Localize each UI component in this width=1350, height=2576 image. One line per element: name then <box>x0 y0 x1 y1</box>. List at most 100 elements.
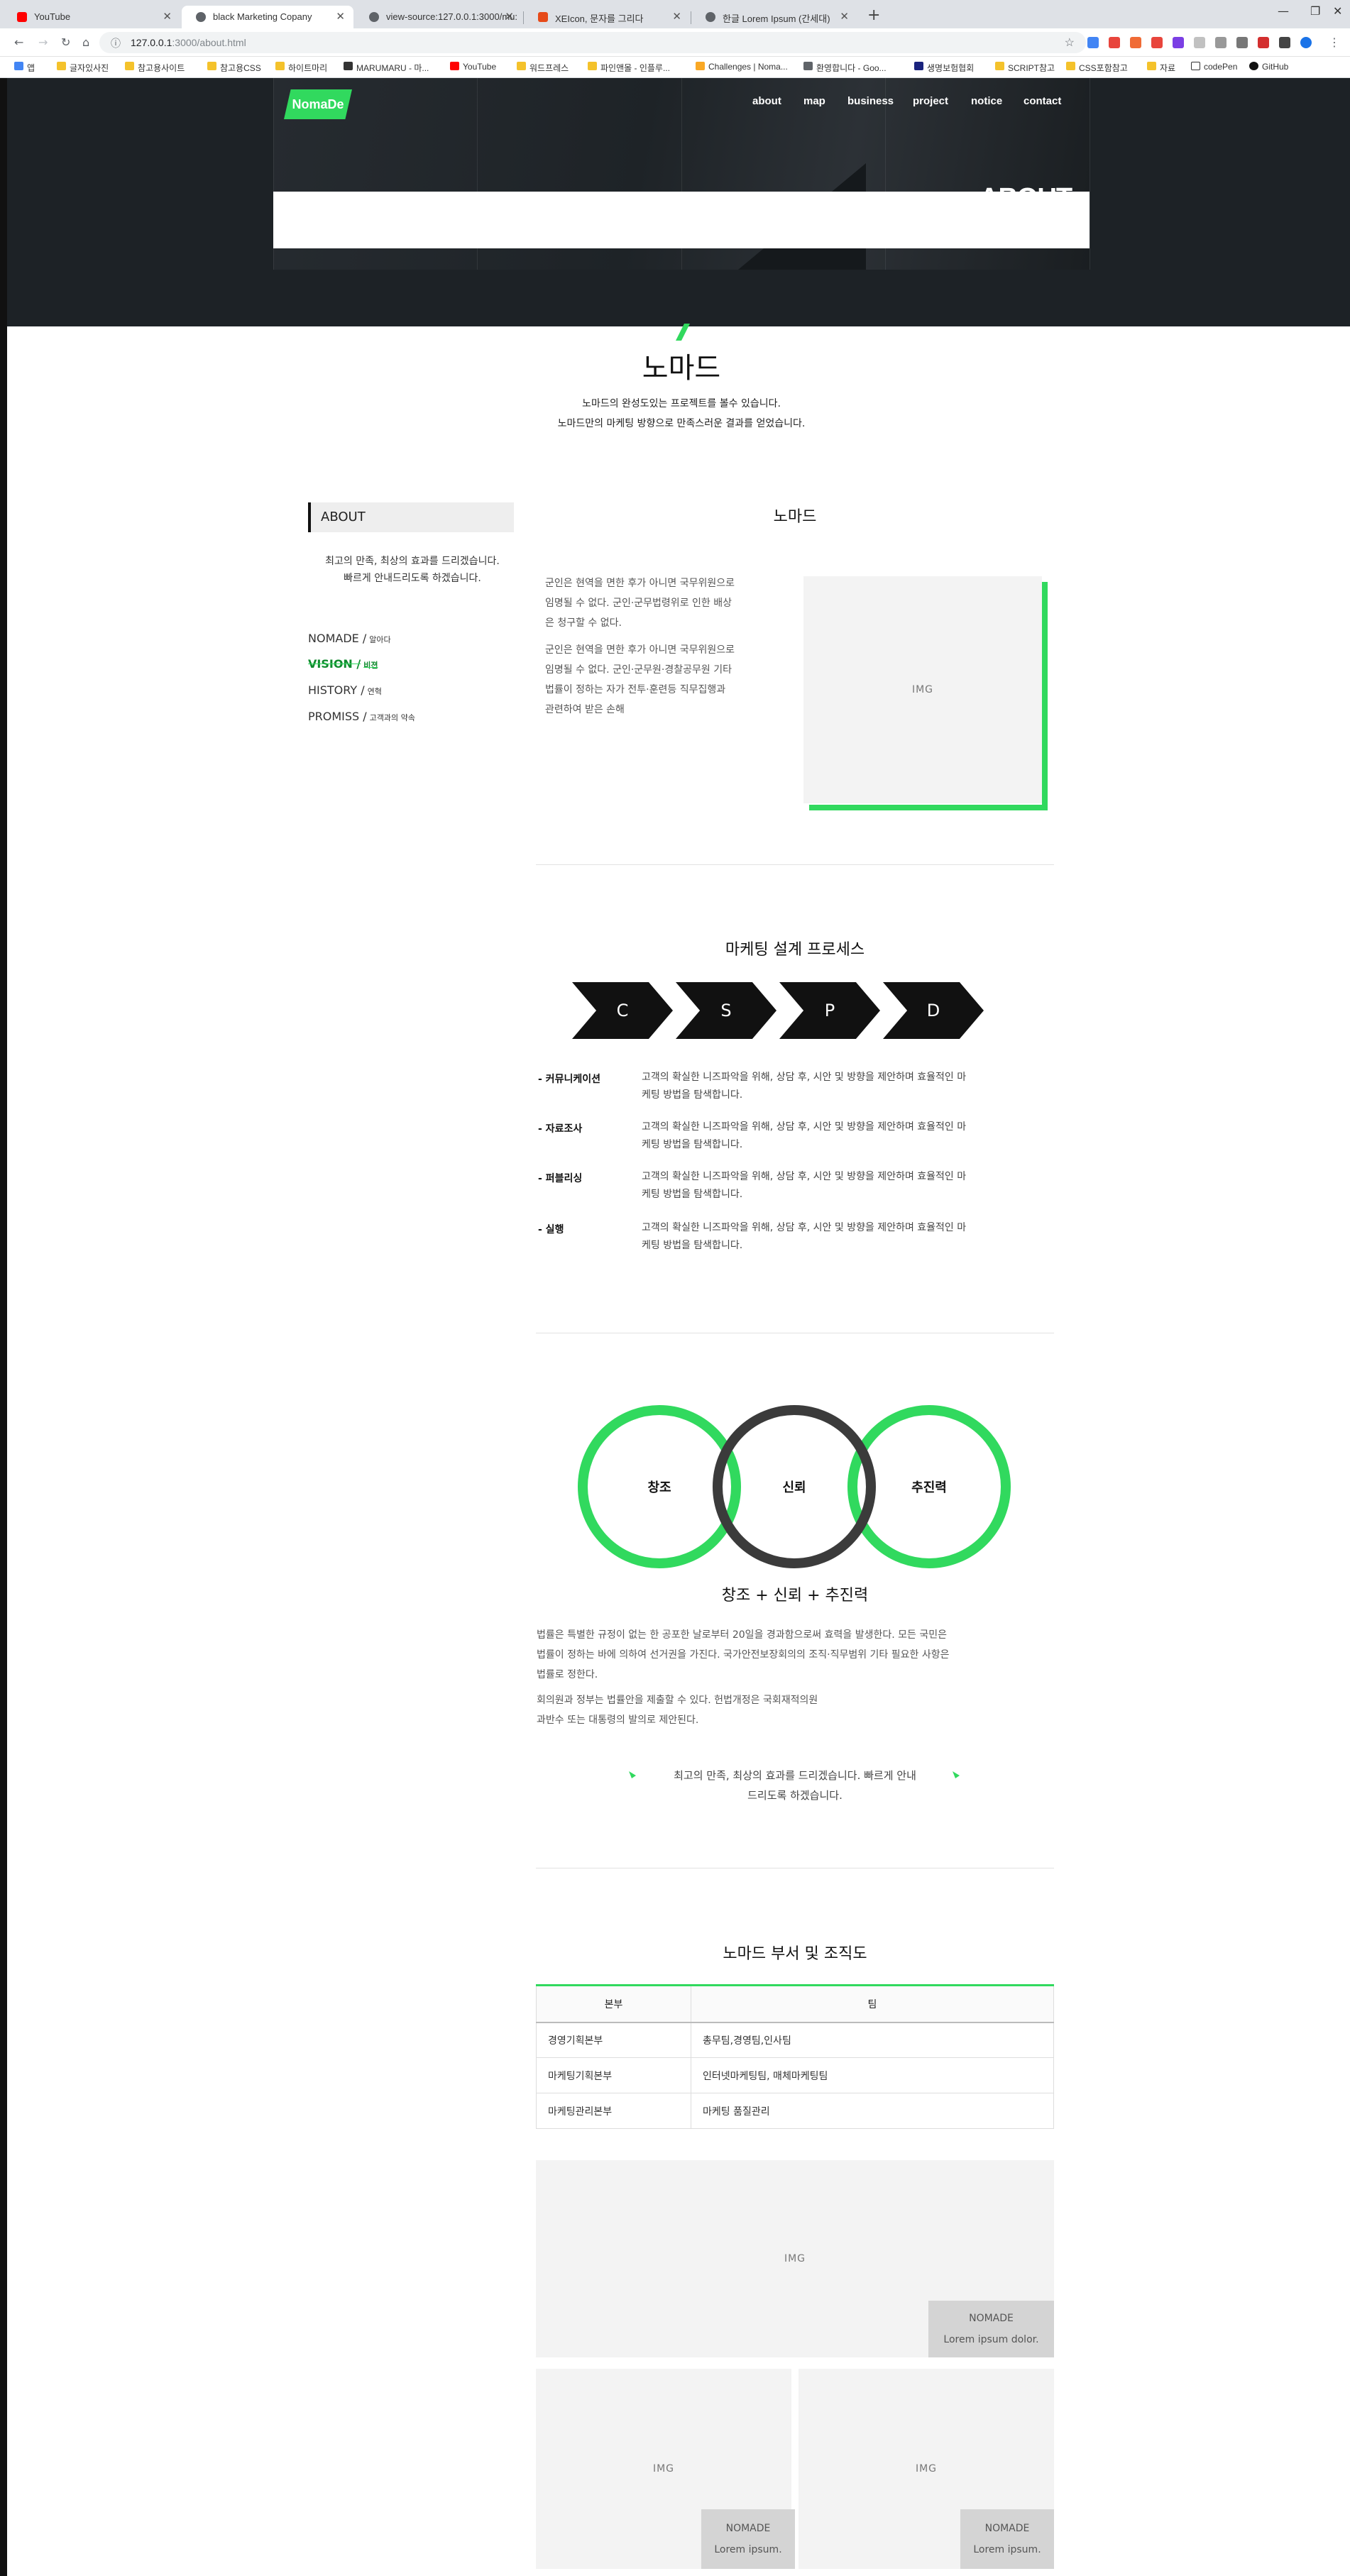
extension-icon[interactable] <box>1236 37 1248 48</box>
bookmark-folder[interactable]: SCRIPT참고 <box>995 62 1055 74</box>
close-icon[interactable]: ✕ <box>163 10 172 23</box>
bookmark-apps[interactable]: 앱 <box>14 62 35 74</box>
process-desc: 고객의 확실한 니즈파악을 위해, 상담 후, 시안 및 방향을 제안하며 효율… <box>642 1069 1053 1104</box>
sidebar-item-history[interactable]: HISTORY / 연혁 <box>308 683 382 697</box>
extension-icon[interactable] <box>1279 37 1290 48</box>
text-line: 법률은 특별한 규정이 없는 한 공포한 날로부터 20일을 경과함으로써 효력… <box>537 1629 947 1641</box>
sidebar-desc-1: 최고의 만족, 최상의 효과를 드리겠습니다. <box>325 556 500 567</box>
text-line: 드리도록 하겠습니다. <box>747 1789 843 1802</box>
bookmark-folder[interactable]: 워드프레스 <box>517 62 569 74</box>
bookmark-folder[interactable]: CSS포함참고 <box>1066 62 1128 74</box>
sidebar-item-sub: 고객과의 약속 <box>369 713 415 722</box>
bookmark-challenges[interactable]: Challenges | Noma... <box>696 62 788 72</box>
reload-icon[interactable]: ↻ <box>61 35 70 49</box>
table-cell: 마케팅기획본부 <box>536 2057 691 2093</box>
sidebar-item-nomade[interactable]: NOMADE / 알아다 <box>308 632 391 645</box>
bookmark-label: 하이트마리 <box>288 63 328 73</box>
bookmark-github[interactable]: GitHub <box>1249 62 1288 72</box>
site-logo[interactable]: NomaDe <box>284 89 352 119</box>
bookmark-label: SCRIPT참고 <box>1008 63 1055 73</box>
bookmark-label: 워드프레스 <box>529 63 569 73</box>
sidebar-item-label: NOMADE / <box>308 632 367 645</box>
bookmark-youtube[interactable]: YouTube <box>450 62 496 72</box>
values-quote: 최고의 만족, 최상의 효과를 드리겠습니다. 빠르게 안내 드리도록 하겠습니… <box>625 1766 965 1805</box>
extension-icon[interactable] <box>1173 37 1184 48</box>
close-icon[interactable]: ✕ <box>840 10 849 23</box>
extension-icon[interactable] <box>1258 37 1269 48</box>
process-label-communication: - 커뮤니케이션 <box>538 1074 600 1085</box>
home-icon[interactable]: ⌂ <box>82 35 89 49</box>
bookmark-star-icon[interactable]: ☆ <box>1065 35 1075 50</box>
extension-icon[interactable] <box>1109 37 1120 48</box>
bookmark-label: 생명보험협회 <box>927 63 975 73</box>
process-step-d: D <box>883 982 984 1039</box>
bookmark-label: 참고용사이트 <box>138 63 185 73</box>
profile-avatar[interactable] <box>1300 37 1312 48</box>
bookmark-folder[interactable]: 자료 <box>1147 62 1175 74</box>
nav-business[interactable]: business <box>847 95 894 107</box>
tab-xeicon[interactable]: XEIcon, 문자를 그리다 ✕ <box>524 6 690 28</box>
close-window-icon[interactable]: ✕ <box>1333 4 1342 18</box>
process-desc: 고객의 확실한 니즈파악을 위해, 상담 후, 시안 및 방향을 제안하며 효율… <box>642 1168 1053 1204</box>
minimize-icon[interactable]: — <box>1278 4 1289 18</box>
gallery-caption: NOMADE Lorem ipsum. <box>701 2509 795 2569</box>
bookmark-folder[interactable]: 하이트마리 <box>275 62 327 74</box>
bookmark-label: 참고용CSS <box>220 63 261 73</box>
forward-icon[interactable]: → <box>38 35 48 49</box>
close-icon[interactable]: ✕ <box>505 10 514 23</box>
bookmark-marumaru[interactable]: MARUMARU - 마... <box>344 62 429 74</box>
bookmark-label: MARUMARU - 마... <box>356 63 429 73</box>
extension-icon[interactable] <box>1215 37 1226 48</box>
new-tab-button[interactable]: + <box>867 6 880 24</box>
browser-tab-strip: YouTube ✕ black Marketing Copany ✕ view-… <box>0 0 1350 28</box>
menu-icon[interactable]: ⋮ <box>1329 35 1340 49</box>
apps-grid-icon <box>14 62 23 70</box>
bookmark-folder[interactable]: 파인앤몰 - 인플루... <box>588 62 670 74</box>
folder-icon <box>207 62 216 70</box>
sidebar-item-promiss[interactable]: PROMISS / 고객과의 약속 <box>308 710 415 723</box>
caption-text: Lorem ipsum. <box>714 2544 782 2555</box>
bookmark-label: 글자있사진 <box>70 63 109 73</box>
sidebar-item-vision[interactable]: VISION / 비젼 <box>308 657 378 671</box>
nav-notice[interactable]: notice <box>971 95 1002 107</box>
nav-project[interactable]: project <box>913 95 948 107</box>
caption-title: NOMADE <box>984 2523 1030 2534</box>
process-step-c: C <box>572 982 673 1039</box>
bookmark-folder[interactable]: 참고용사이트 <box>125 62 185 74</box>
tab-view-source[interactable]: view-source:127.0.0.1:3000/mu: ✕ <box>355 6 522 28</box>
tab-black-marketing[interactable]: black Marketing Copany ✕ <box>182 6 353 28</box>
close-icon[interactable]: ✕ <box>672 10 681 23</box>
extension-icon[interactable] <box>1151 37 1163 48</box>
extension-icon[interactable] <box>1130 37 1141 48</box>
site-icon <box>803 62 813 70</box>
nav-about[interactable]: about <box>752 95 781 107</box>
intro-line-2: 노마드만의 마케팅 방향으로 만족스러운 결과를 얻었습니다. <box>557 418 806 429</box>
about-paragraph-1: 군인은 현역을 면한 후가 아니면 국무위원으로 임명될 수 없다. 군인·군무… <box>545 573 786 633</box>
tab-lorem-ipsum[interactable]: 한글 Lorem Ipsum (간세대) ✕ <box>691 6 857 28</box>
process-title: 마케팅 설계 프로세스 <box>725 941 865 959</box>
tab-youtube[interactable]: YouTube ✕ <box>3 6 180 28</box>
bookmark-folder[interactable]: 참고용CSS <box>207 62 261 74</box>
maximize-icon[interactable]: ❐ <box>1310 4 1320 18</box>
bookmark-label: GitHub <box>1262 62 1289 72</box>
text-line: 고객의 확실한 니즈파악을 위해, 상담 후, 시안 및 방향을 제안하며 효율… <box>642 1222 967 1233</box>
info-icon[interactable]: ⓘ <box>111 36 121 50</box>
org-title: 노마드 부서 및 조직도 <box>723 1945 867 1963</box>
back-icon[interactable]: ← <box>14 35 23 49</box>
nav-map[interactable]: map <box>803 95 825 107</box>
nav-contact[interactable]: contact <box>1024 95 1061 107</box>
caption-title: NOMADE <box>969 2313 1014 2324</box>
extension-icon[interactable] <box>1194 37 1205 48</box>
bookmark-insurance[interactable]: 생명보험협회 <box>914 62 974 74</box>
bookmark-google[interactable]: 환영합니다 - Goo... <box>803 62 887 74</box>
bookmark-codepen[interactable]: codePen <box>1191 62 1237 72</box>
caption-text: Lorem ipsum dolor. <box>943 2334 1039 2345</box>
close-icon[interactable]: ✕ <box>336 10 345 23</box>
process-desc: 고객의 확실한 니즈파악을 위해, 상담 후, 시안 및 방향을 제안하며 효율… <box>642 1118 1053 1154</box>
url-input[interactable]: ⓘ 127.0.0.1:3000/about.html ☆ <box>99 32 1086 53</box>
translate-icon[interactable] <box>1087 37 1099 48</box>
bookmark-folder[interactable]: 글자있사진 <box>57 62 109 74</box>
text-line: 고객의 확실한 니즈파악을 위해, 상담 후, 시안 및 방향을 제안하며 효율… <box>642 1171 967 1182</box>
text-line: 군인은 현역을 면한 후가 아니면 국무위원으로 <box>545 578 735 589</box>
folder-icon <box>125 62 134 70</box>
